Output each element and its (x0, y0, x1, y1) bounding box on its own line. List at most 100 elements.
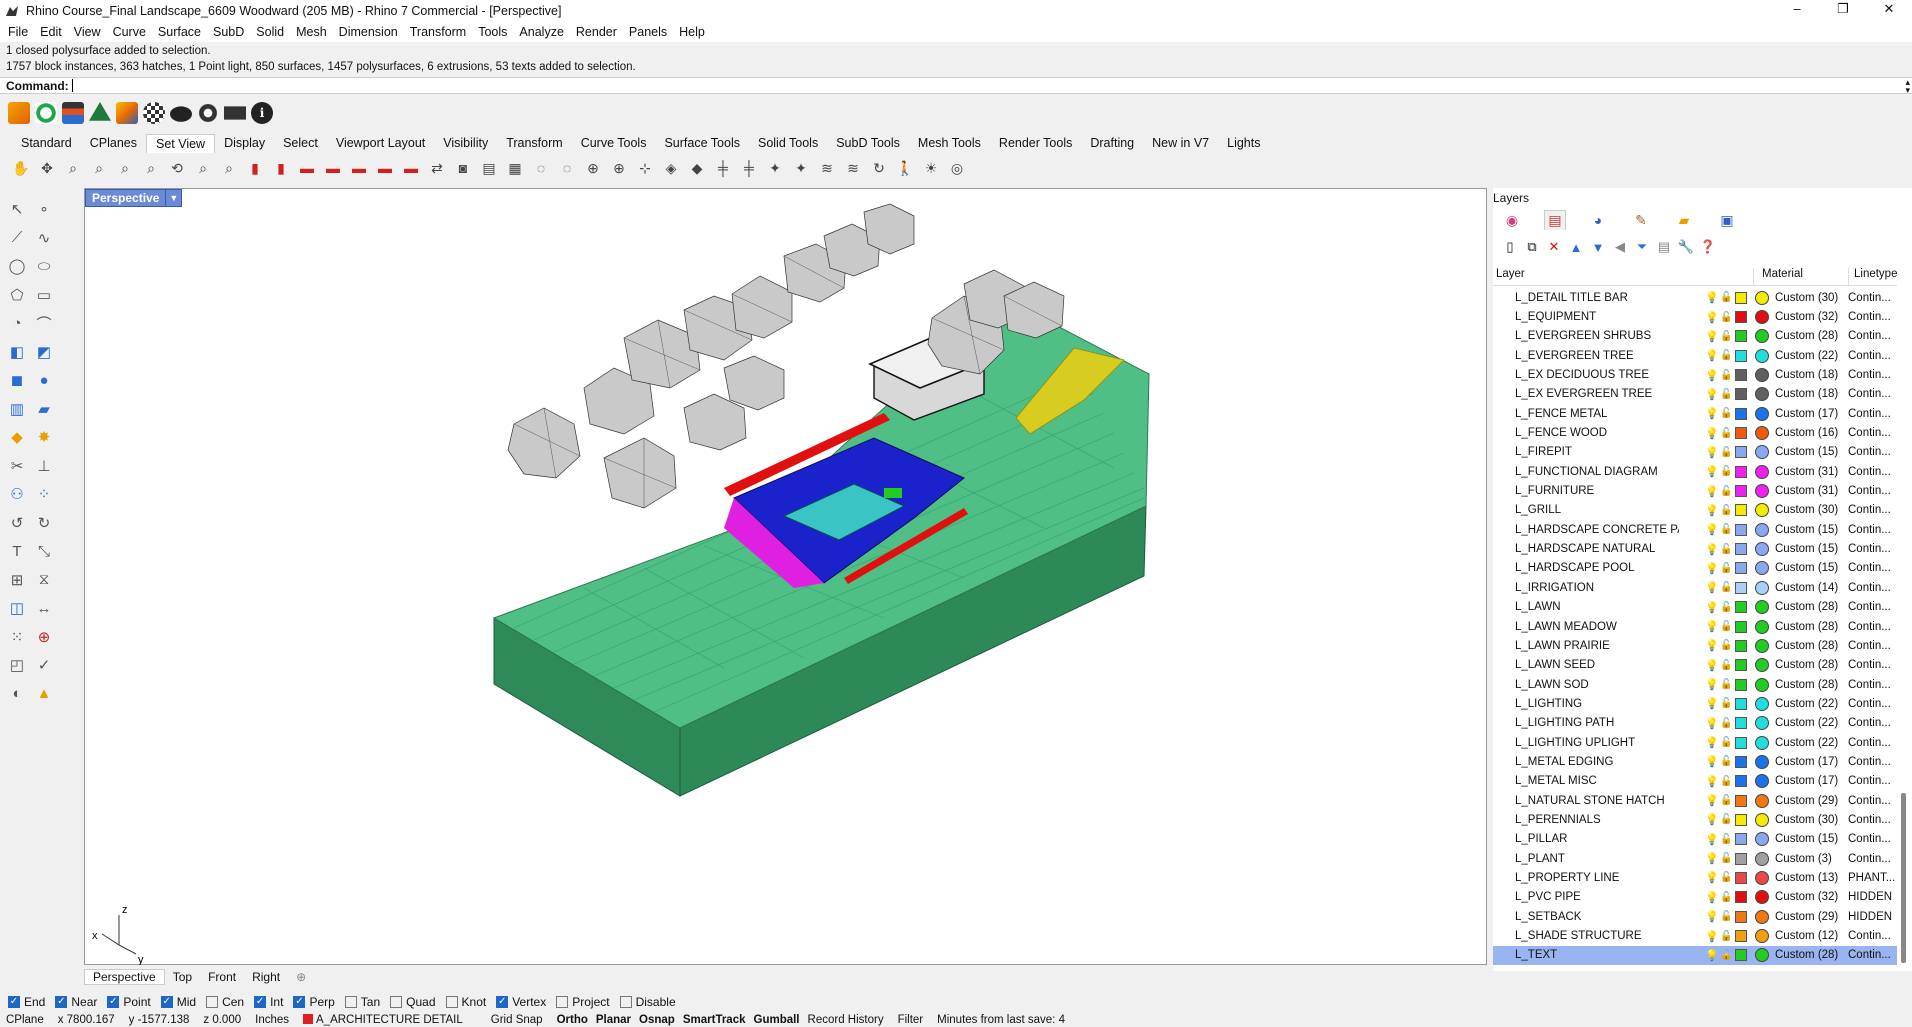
menu-item-edit[interactable]: Edit (36, 25, 70, 39)
layer-color-swatch[interactable] (1735, 291, 1747, 304)
circle-target-icon[interactable]: ◎ (946, 157, 968, 179)
named-view-icon[interactable]: ⇄ (426, 157, 448, 179)
fillet-icon[interactable]: ⌒ (33, 312, 55, 334)
unlock-icon[interactable]: 🔓 (1720, 524, 1732, 535)
layer-color-swatch[interactable] (1735, 949, 1747, 962)
menu-item-panels[interactable]: Panels (625, 25, 675, 39)
layer-material[interactable]: Custom (18) (1775, 388, 1838, 400)
layer-material[interactable]: Custom (15) (1775, 524, 1838, 536)
material-ball-icon[interactable] (1755, 580, 1769, 595)
layer-name[interactable]: L_METAL MISC (1493, 775, 1679, 787)
layer-row[interactable]: L_IRRIGATION 💡 🔓 Custom (14) Contin... (1493, 578, 1897, 597)
layer-color-swatch[interactable] (1735, 639, 1747, 652)
unlock-icon[interactable]: 🔓 (1720, 621, 1732, 632)
unlock-icon[interactable]: 🔓 (1720, 486, 1732, 497)
zoom-target-icon[interactable]: ⌕ (218, 157, 240, 179)
new-layer-icon[interactable]: ▯ (1501, 238, 1519, 256)
layer-material[interactable]: Custom (28) (1775, 659, 1838, 671)
layer-row[interactable]: L_EVERGREEN TREE 💡 🔓 Custom (22) Contin... (1493, 346, 1897, 365)
material-ball-icon[interactable] (1755, 658, 1769, 673)
tab-render-tools[interactable]: Render Tools (990, 134, 1081, 152)
unlock-icon[interactable]: 🔓 (1720, 447, 1732, 458)
layer-name[interactable]: L_FURNITURE (1493, 485, 1679, 497)
ribbon-icon[interactable]: ≋ (842, 157, 864, 179)
unlock-icon[interactable]: 🔓 (1720, 756, 1732, 767)
layer-material[interactable]: Custom (15) (1775, 446, 1838, 458)
layer-row[interactable]: L_SETBACK 💡 🔓 Custom (29) HIDDEN (1493, 907, 1897, 926)
layer-material[interactable]: Custom (17) (1775, 408, 1838, 420)
layers-icon[interactable]: ▤ (1544, 210, 1566, 230)
close-button[interactable]: ✕ (1866, 0, 1912, 21)
lightbulb-icon[interactable]: 💡 (1705, 407, 1719, 420)
layer-row[interactable]: L_PILLAR 💡 🔓 Custom (15) Contin... (1493, 830, 1897, 849)
mirror-icon[interactable]: ⧖ (33, 569, 55, 591)
material-ball-icon[interactable] (1755, 929, 1769, 944)
column-header-linetype[interactable]: Linetype (1848, 268, 1897, 285)
osnap-point[interactable]: ✓ Point (107, 995, 151, 1009)
lightbulb-icon[interactable]: 💡 (1705, 871, 1719, 884)
unlock-icon[interactable]: 🔓 (1720, 834, 1732, 845)
material-ball-icon[interactable] (1755, 368, 1769, 383)
material-ball-icon[interactable] (1755, 735, 1769, 750)
layer-color-swatch[interactable] (1735, 349, 1747, 362)
layer-linetype[interactable]: Contin... (1848, 504, 1897, 516)
layer-color-swatch[interactable] (1735, 678, 1747, 691)
viewport-title[interactable]: Perspective ▼ (85, 189, 183, 207)
rectangle-icon[interactable]: ▭ (33, 284, 55, 306)
layer-material[interactable]: Custom (15) (1775, 833, 1838, 845)
layer-color-swatch[interactable] (1735, 794, 1747, 807)
tab-standard[interactable]: Standard (12, 134, 81, 152)
layer-row[interactable]: L_FIREPIT 💡 🔓 Custom (15) Contin... (1493, 443, 1897, 462)
tab-display[interactable]: Display (215, 134, 274, 152)
layer-linetype[interactable]: Contin... (1848, 679, 1897, 691)
layer-linetype[interactable]: Contin... (1848, 698, 1897, 710)
lightbulb-icon[interactable]: 💡 (1705, 639, 1719, 652)
layer-row[interactable]: L_LAWN PRAIRIE 💡 🔓 Custom (28) Contin... (1493, 636, 1897, 655)
layer-linetype[interactable]: Contin... (1848, 949, 1897, 961)
lightbulb-icon[interactable]: 💡 (1705, 311, 1719, 324)
select-arrow-icon[interactable]: ↖ (6, 198, 28, 220)
layer-name[interactable]: L_PERENNIALS (1493, 814, 1679, 826)
layer-linetype[interactable]: Contin... (1848, 330, 1897, 342)
layer-linetype[interactable]: Contin... (1848, 756, 1897, 768)
tab-visibility[interactable]: Visibility (434, 134, 497, 152)
units-label[interactable]: Inches (255, 1014, 289, 1026)
layer-color-swatch[interactable] (1735, 369, 1747, 382)
layer-material[interactable]: Custom (29) (1775, 795, 1838, 807)
unlock-icon[interactable]: 🔓 (1720, 582, 1732, 593)
car-red-icon[interactable]: ▬ (296, 157, 318, 179)
display-icon[interactable]: ◌ (556, 157, 578, 179)
material-ball-icon[interactable] (1755, 561, 1769, 576)
layer-name[interactable]: L_TEXT (1493, 949, 1679, 961)
layer-row[interactable]: L_EVERGREEN SHRUBS 💡 🔓 Custom (28) Contin... (1493, 327, 1897, 346)
align-icon[interactable]: ╪ (738, 157, 760, 179)
layer-color-swatch[interactable] (1735, 697, 1747, 710)
lightbulb-icon[interactable]: 💡 (1705, 465, 1719, 478)
layer-linetype[interactable]: HIDDEN (1848, 911, 1897, 923)
unlock-icon[interactable]: 🔓 (1720, 466, 1732, 477)
layer-row[interactable]: L_LIGHTING 💡 🔓 Custom (22) Contin... (1493, 694, 1897, 713)
layer-linetype[interactable]: Contin... (1848, 775, 1897, 787)
layer-material[interactable]: Custom (31) (1775, 466, 1838, 478)
checkbox[interactable]: ✓ (160, 995, 173, 1008)
layer-name[interactable]: L_FIREPIT (1493, 446, 1679, 458)
command-input[interactable] (71, 79, 73, 92)
polyline-icon[interactable]: ⟋ (6, 227, 28, 249)
menu-item-view[interactable]: View (70, 25, 109, 39)
lightbulb-icon[interactable]: 💡 (1705, 446, 1719, 459)
layer-row[interactable]: L_LAWN SEED 💡 🔓 Custom (28) Contin... (1493, 656, 1897, 675)
mail-icon[interactable] (224, 106, 246, 120)
layer-material[interactable]: Custom (22) (1775, 737, 1838, 749)
layer-linetype[interactable]: Contin... (1848, 659, 1897, 671)
viewport-tab-perspective[interactable]: Perspective (84, 969, 165, 985)
check-icon[interactable]: ✓ (33, 654, 55, 676)
lightbulb-icon[interactable]: 💡 (1705, 949, 1719, 962)
zoom-icon[interactable]: ⌕ (62, 157, 84, 179)
move-icon[interactable]: ✥ (36, 157, 58, 179)
planar-toggle[interactable]: Planar (596, 1014, 631, 1026)
properties-icon[interactable]: ◉ (1501, 210, 1523, 230)
zoom-extents-icon[interactable]: ⌕ (88, 157, 110, 179)
material-ball-icon[interactable] (1755, 290, 1769, 305)
array-icon[interactable]: ⊞ (6, 569, 28, 591)
layer-color-swatch[interactable] (1735, 755, 1747, 768)
